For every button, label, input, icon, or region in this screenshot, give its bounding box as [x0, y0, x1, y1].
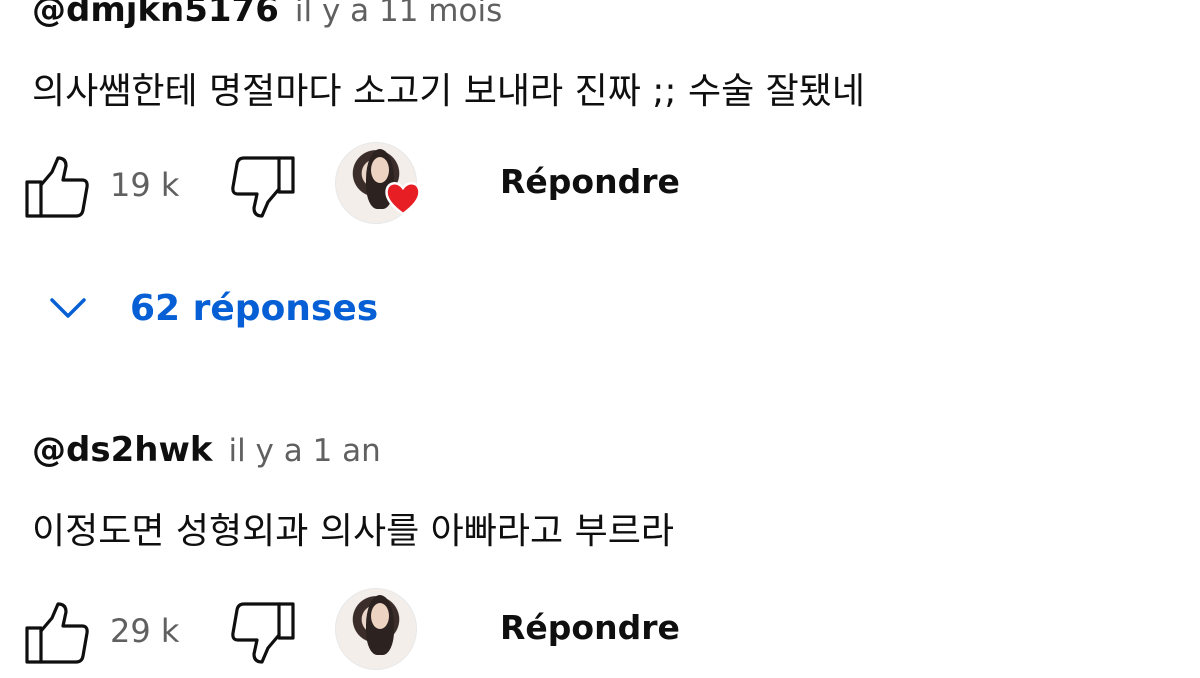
- reply-button[interactable]: Répondre: [500, 608, 680, 647]
- comment-text: 이정도면 성형외과 의사를 아빠라고 부르라: [32, 511, 674, 552]
- view-replies-button[interactable]: 62 réponses: [40, 280, 378, 336]
- comment-username[interactable]: @dmjkn5176: [32, 0, 279, 30]
- comment-timestamp[interactable]: il y a 11 mois: [295, 0, 502, 29]
- dislike-button[interactable]: [228, 598, 298, 668]
- like-button[interactable]: [22, 152, 92, 222]
- thumbs-up-icon: [25, 156, 89, 218]
- creator-avatar: [335, 588, 417, 670]
- comment-action-bar: 29 k Répondre: [0, 588, 1200, 678]
- like-count: 19 k: [110, 166, 180, 204]
- like-count: 29 k: [110, 612, 180, 650]
- comment-username[interactable]: @ds2hwk: [32, 430, 212, 470]
- comment-action-bar: 19 k Répondre: [0, 142, 1200, 232]
- comment-text: 의사쌤한테 명절마다 소고기 보내라 진짜 ;; 수술 잘됐네: [32, 71, 866, 112]
- comment-header: @ds2hwk il y a 1 an: [32, 430, 381, 470]
- creator-heart-badge: [335, 588, 421, 674]
- thumbs-down-icon: [231, 602, 295, 664]
- heart-icon: [385, 182, 421, 216]
- chevron-down-icon: [50, 298, 86, 318]
- creator-heart-badge: [335, 142, 421, 228]
- comment-timestamp[interactable]: il y a 1 an: [228, 433, 380, 469]
- dislike-button[interactable]: [228, 152, 298, 222]
- reply-button[interactable]: Répondre: [500, 162, 680, 201]
- replies-count-label: 62 réponses: [130, 287, 379, 329]
- like-button[interactable]: [22, 598, 92, 668]
- thumbs-up-icon: [25, 602, 89, 664]
- thumbs-down-icon: [231, 156, 295, 218]
- comment-header: @dmjkn5176 il y a 11 mois: [32, 0, 502, 30]
